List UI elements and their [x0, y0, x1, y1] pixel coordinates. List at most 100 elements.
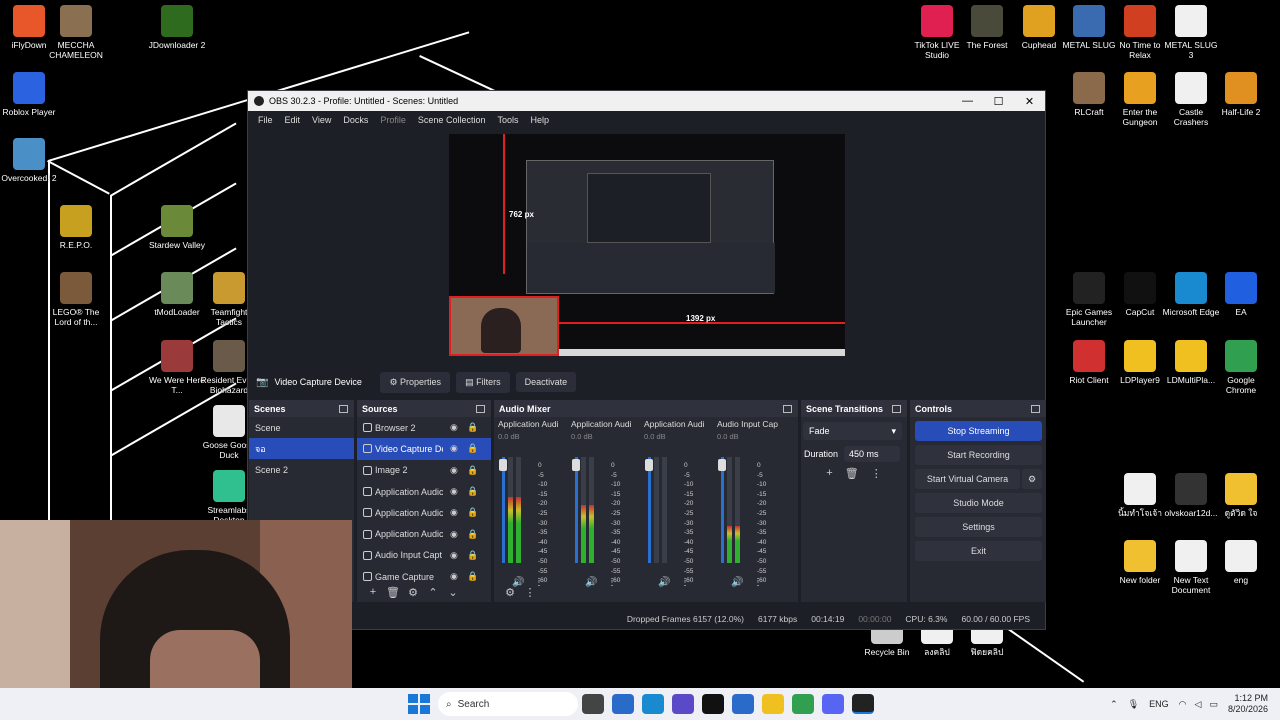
task-view-icon[interactable]	[582, 694, 604, 714]
visibility-eye-icon[interactable]: ◉	[450, 507, 460, 518]
volume-icon[interactable]: ◁	[1195, 699, 1202, 710]
desktop-icon-right-18[interactable]: นิ้มทำโจเจ้า	[1111, 473, 1169, 518]
menu-edit[interactable]: Edit	[285, 115, 301, 125]
source-item[interactable]: Image 2 ◉ 🔒	[357, 460, 491, 481]
desktop-icon-left-2[interactable]: JDownloader 2	[148, 5, 206, 50]
source-item[interactable]: Application Audic ◉ 🔒	[357, 523, 491, 544]
studio-mode-button[interactable]: Studio Mode	[915, 493, 1042, 513]
virtual-camera-settings-icon[interactable]: ⚙	[1022, 469, 1042, 489]
desktop-icon-left-7[interactable]: LEGO® The Lord of th...	[47, 272, 105, 327]
maximize-button[interactable]: ☐	[983, 95, 1014, 108]
volume-fader-handle[interactable]	[499, 459, 507, 471]
visibility-eye-icon[interactable]: ◉	[450, 550, 460, 561]
desktop-icon-left-10[interactable]: We Were Here T...	[148, 340, 206, 395]
mixer-menu-icon[interactable]: ⋮	[520, 586, 540, 599]
menu-docks[interactable]: Docks	[343, 115, 368, 125]
menu-profile[interactable]: Profile	[380, 115, 406, 125]
source-item[interactable]: Browser 2 ◉ 🔒	[357, 417, 491, 438]
source-item[interactable]: Audio Input Capt ◉ 🔒	[357, 545, 491, 566]
start-button[interactable]	[408, 694, 430, 714]
scene-item[interactable]: จอ	[249, 438, 354, 459]
channel-menu-icon[interactable]: ⋮	[607, 577, 617, 588]
transition-menu-icon[interactable]: ⋮	[871, 467, 882, 480]
desktop-icon-right-15[interactable]: LDPlayer9	[1111, 340, 1169, 385]
desktop-icon-right-5[interactable]: METAL SLUG 3	[1162, 5, 1220, 60]
transition-select[interactable]: Fade ▾	[803, 422, 902, 440]
remove-source-icon[interactable]: 🗑	[383, 586, 403, 599]
menu-help[interactable]: Help	[530, 115, 549, 125]
tray-chevron-icon[interactable]: ⌃	[1110, 699, 1118, 710]
start-virtual-camera-button[interactable]: Start Virtual Camera	[915, 469, 1020, 489]
desktop-icon-right-1[interactable]: The Forest	[958, 5, 1016, 50]
mute-speaker-icon[interactable]: 🔊	[731, 577, 743, 588]
desktop-icon-right-3[interactable]: METAL SLUG	[1060, 5, 1118, 50]
volume-fader-handle[interactable]	[718, 459, 726, 471]
source-item[interactable]: Application Audic ◉ 🔒	[357, 481, 491, 502]
filters-button[interactable]: ▤ Filters	[456, 371, 510, 393]
capcut-icon[interactable]	[702, 694, 724, 714]
store-icon[interactable]	[732, 694, 754, 714]
preview-canvas[interactable]: 762 px 1392 px	[449, 134, 845, 356]
visibility-eye-icon[interactable]: ◉	[450, 465, 460, 476]
lock-icon[interactable]: 🔒	[467, 529, 478, 540]
add-source-icon[interactable]: +	[363, 586, 383, 599]
clock[interactable]: 1:12 PM 8/20/2026	[1228, 693, 1268, 715]
settings-button[interactable]: Settings	[915, 517, 1042, 537]
desktop-icon-right-20[interactable]: ดูตัวิด ใจ	[1212, 473, 1270, 518]
volume-fader-handle[interactable]	[645, 459, 653, 471]
add-transition-icon[interactable]: +	[826, 467, 832, 480]
desktop-icon-left-6[interactable]: Stardew Valley	[148, 205, 206, 250]
stop-streaming-button[interactable]: Stop Streaming	[915, 421, 1042, 441]
visibility-eye-icon[interactable]: ◉	[450, 571, 460, 582]
channel-menu-icon[interactable]: ⋮	[680, 577, 690, 588]
scene-item[interactable]: Scene	[249, 417, 354, 438]
copilot-icon[interactable]	[612, 694, 634, 714]
menu-file[interactable]: File	[258, 115, 273, 125]
desktop-icon-right-17[interactable]: Google Chrome	[1212, 340, 1270, 395]
volume-fader-handle[interactable]	[572, 459, 580, 471]
wifi-icon[interactable]: ◠	[1179, 699, 1187, 710]
ldplayer-icon[interactable]	[762, 694, 784, 714]
source-item[interactable]: Application Audic ◉ 🔒	[357, 502, 491, 523]
exit-button[interactable]: Exit	[915, 541, 1042, 561]
scene-item[interactable]: Scene 2	[249, 459, 354, 480]
desktop-icon-left-8[interactable]: tModLoader	[148, 272, 206, 317]
desktop-icon-right-13[interactable]: EA	[1212, 272, 1270, 317]
desktop-icon-left-5[interactable]: R.E.P.O.	[47, 205, 105, 250]
menu-tools[interactable]: Tools	[497, 115, 518, 125]
remove-transition-icon[interactable]: 🗑	[845, 467, 859, 480]
desktop-icon-left-1[interactable]: MECCHA CHAMELEON	[47, 5, 105, 60]
chrome-icon[interactable]	[792, 694, 814, 714]
desktop-icon-right-11[interactable]: CapCut	[1111, 272, 1169, 317]
mute-speaker-icon[interactable]: 🔊	[585, 577, 597, 588]
mute-speaker-icon[interactable]: 🔊	[658, 577, 670, 588]
lock-icon[interactable]: 🔒	[467, 486, 478, 497]
source-item[interactable]: Video Capture De ◉ 🔒	[357, 438, 491, 460]
move-up-icon[interactable]: ⌃	[423, 586, 443, 599]
battery-icon[interactable]: ▭	[1209, 699, 1218, 710]
advanced-audio-icon[interactable]: ⚙	[500, 586, 520, 599]
deactivate-button[interactable]: Deactivate	[515, 372, 577, 392]
edge-icon[interactable]	[642, 694, 664, 714]
desktop-icon-right-9[interactable]: Half-Life 2	[1212, 72, 1270, 117]
menu-view[interactable]: View	[312, 115, 331, 125]
lock-icon[interactable]: 🔒	[467, 422, 478, 433]
minimize-button[interactable]: —	[952, 95, 983, 108]
preview-area[interactable]: 762 px 1392 px	[248, 128, 1045, 360]
desktop-icon-right-23[interactable]: eng	[1212, 540, 1270, 585]
desktop-icon-left-4[interactable]: Overcooked! 2	[0, 138, 58, 183]
language-indicator[interactable]: ENG	[1149, 699, 1169, 709]
discord-icon[interactable]	[822, 694, 844, 714]
visibility-eye-icon[interactable]: ◉	[450, 529, 460, 540]
lock-icon[interactable]: 🔒	[467, 550, 478, 561]
teams-icon[interactable]	[672, 694, 694, 714]
properties-button[interactable]: ⚙ Properties	[380, 371, 451, 393]
visibility-eye-icon[interactable]: ◉	[450, 443, 460, 454]
visibility-eye-icon[interactable]: ◉	[450, 422, 460, 433]
close-button[interactable]: ✕	[1014, 95, 1045, 108]
source-item[interactable]: Game Capture ◉ 🔒	[357, 566, 491, 587]
lock-icon[interactable]: 🔒	[467, 465, 478, 476]
float-dock-icon[interactable]	[339, 404, 348, 413]
desktop-icon-right-6[interactable]: RLCraft	[1060, 72, 1118, 117]
lock-icon[interactable]: 🔒	[467, 571, 478, 582]
